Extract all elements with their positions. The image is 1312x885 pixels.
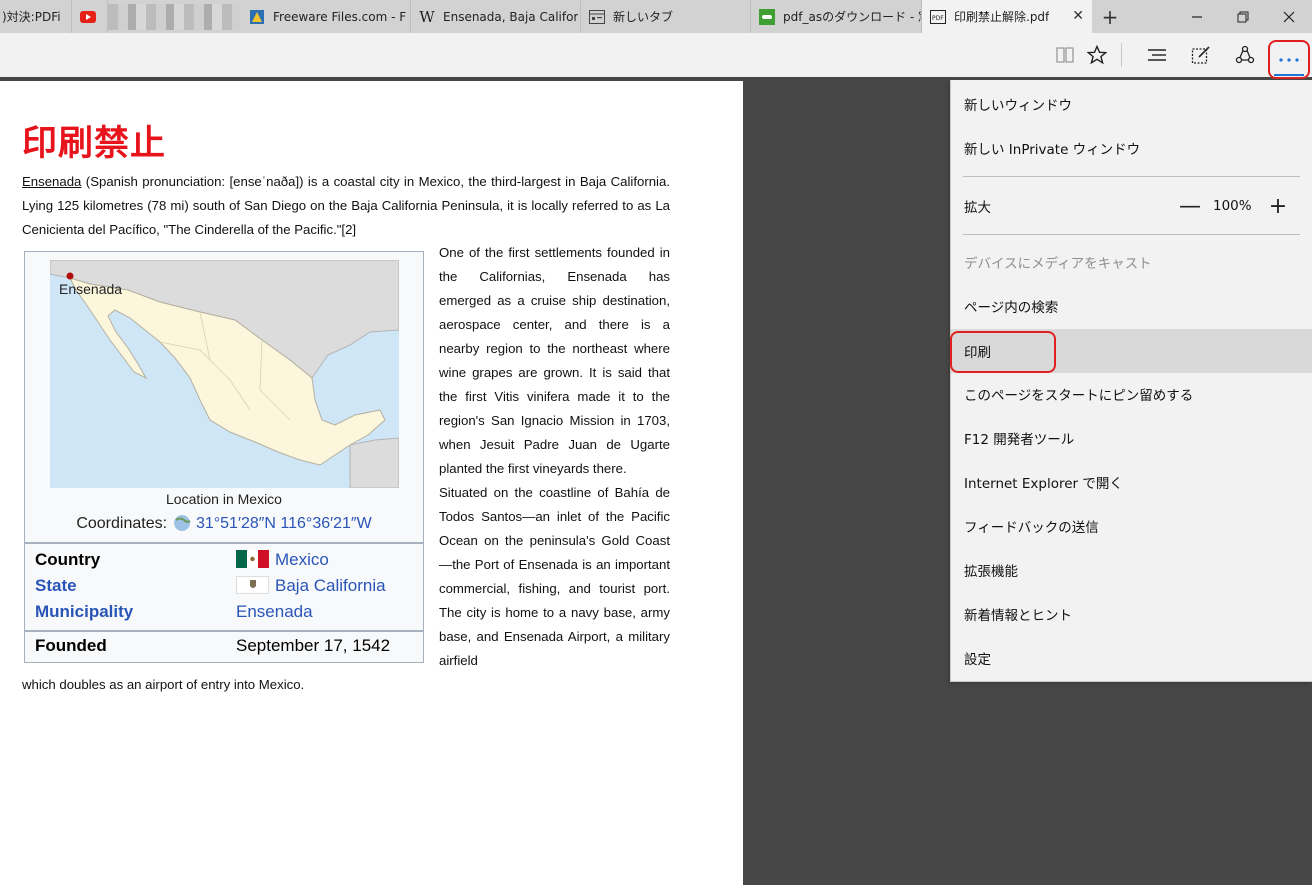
menu-divider	[963, 176, 1300, 177]
tab-youtube[interactable]	[72, 0, 108, 33]
tab-pdfi[interactable]: )対決:PDFi	[0, 0, 72, 33]
coordinates-label: Coordinates:	[76, 515, 168, 532]
youtube-icon	[80, 9, 96, 25]
minimize-button[interactable]	[1174, 0, 1220, 33]
row-value: September 17, 1542	[236, 636, 391, 655]
row-label[interactable]: State	[35, 576, 77, 596]
globe-icon	[172, 514, 192, 532]
intro-paragraph: Ensenada (Spanish pronunciation: [enseˈn…	[22, 170, 670, 242]
hub-icon[interactable]	[1140, 38, 1174, 72]
side-text-1: One of the first settlements founded in …	[439, 245, 670, 476]
menu-divider	[963, 234, 1300, 235]
side-text-2: Situated on the coastline of Bahía de To…	[439, 485, 670, 668]
menu-open-in-ie[interactable]: Internet Explorer で開く	[951, 460, 1312, 504]
new-tab-button[interactable]: +	[1094, 0, 1126, 33]
tab-wikipedia[interactable]: W Ensenada, Baja Califor	[411, 0, 581, 33]
map-marker-label: Ensenada	[59, 281, 123, 297]
coordinates-value[interactable]: 31°51′28″N 116°36′21″W	[196, 515, 372, 532]
country-link[interactable]: Mexico	[275, 550, 329, 569]
tab-strip: )対決:PDFi Freeware Files.com - F W Ensena…	[0, 0, 1312, 33]
map-caption: Location in Mexico	[166, 491, 282, 507]
menu-send-feedback[interactable]: フィードバックの送信	[951, 504, 1312, 548]
ensenada-link[interactable]: Ensenada	[22, 174, 81, 189]
row-label[interactable]: Municipality	[35, 602, 133, 622]
infobox: Ensenada Location in Mexico Coordinates:…	[24, 251, 424, 663]
wikipedia-icon: W	[419, 7, 435, 26]
tab-label: )対決:PDFi	[2, 10, 61, 24]
infobox-row-state: State Baja California	[35, 576, 415, 600]
active-indicator	[1274, 74, 1304, 76]
row-value: Baja California	[236, 576, 386, 599]
zoom-out-button[interactable]: —	[1178, 184, 1202, 228]
menu-settings[interactable]: 設定	[951, 636, 1312, 680]
share-icon[interactable]	[1228, 38, 1262, 72]
coordinates: Coordinates: 31°51′28″N 116°36′21″W	[25, 514, 423, 533]
menu-zoom-row: 拡大 — 100% +	[951, 184, 1312, 228]
more-actions-button[interactable]	[1268, 40, 1310, 79]
row-label: Country	[35, 550, 101, 569]
menu-cast-media: デバイスにメディアをキャスト	[964, 256, 1152, 272]
state-link[interactable]: Baja California	[275, 576, 386, 595]
side-paragraph: One of the first settlements founded in …	[439, 241, 670, 673]
location-map: Ensenada	[50, 260, 399, 488]
tab-pdf-as[interactable]: pdf_asのダウンロード - 窓	[751, 0, 922, 33]
restore-button[interactable]	[1220, 0, 1266, 33]
web-note-icon[interactable]	[1184, 38, 1218, 72]
tail-paragraph: which doubles as an airport of entry int…	[22, 677, 305, 692]
menu-whats-new[interactable]: 新着情報とヒント	[951, 592, 1312, 636]
print-highlight-annotation	[950, 331, 1056, 373]
tab-label: pdf_asのダウンロード - 窓	[783, 10, 921, 24]
infobox-divider	[25, 630, 423, 632]
green-site-icon	[759, 8, 775, 25]
close-window-button[interactable]	[1266, 0, 1312, 33]
state-seal-icon	[236, 576, 269, 599]
tab-label: Freeware Files.com - F	[273, 9, 407, 24]
menu-developer-tools[interactable]: F12 開発者ツール	[951, 416, 1312, 460]
toolbar-divider	[1121, 43, 1122, 67]
row-value: Mexico	[236, 550, 329, 573]
pdf-icon: PDF	[930, 9, 946, 25]
menu-new-window[interactable]: 新しいウィンドウ	[951, 82, 1312, 126]
freeware-icon	[249, 9, 265, 25]
menu-new-inprivate-window[interactable]: 新しい InPrivate ウィンドウ	[951, 126, 1312, 170]
obscured-tab[interactable]	[108, 4, 240, 30]
tab-label: 印刷禁止解除.pdf	[954, 10, 1050, 24]
infobox-row-municipality: Municipality Ensenada	[35, 602, 415, 626]
mexico-flag-icon	[236, 550, 269, 573]
pdf-title: 印刷禁止	[22, 124, 167, 164]
menu-extensions[interactable]: 拡張機能	[951, 548, 1312, 592]
menu-find-on-page[interactable]: ページ内の検索	[951, 284, 1312, 328]
zoom-in-button[interactable]: +	[1266, 184, 1290, 228]
tab-new-tab[interactable]: 新しいタブ	[581, 0, 751, 33]
new-tab-page-icon	[589, 9, 605, 25]
more-actions-menu: 新しいウィンドウ 新しい InPrivate ウィンドウ 拡大 — 100% +…	[950, 80, 1312, 682]
zoom-value: 100%	[1213, 198, 1252, 214]
intro-text: (Spanish pronunciation: [enseˈnaða]) is …	[22, 174, 670, 237]
tab-active-pdf[interactable]: PDF 印刷禁止解除.pdf ✕	[922, 0, 1092, 33]
favorite-star-icon[interactable]	[1080, 38, 1114, 72]
close-tab-icon[interactable]: ✕	[1072, 9, 1084, 23]
infobox-row-country: Country Mexico	[35, 550, 415, 574]
reading-view-icon[interactable]	[1048, 38, 1082, 72]
browser-toolbar	[0, 33, 1312, 79]
tab-freeware-files[interactable]: Freeware Files.com - F	[241, 0, 411, 33]
row-label: Founded	[35, 636, 107, 655]
infobox-row-founded: Founded September 17, 1542	[35, 636, 415, 660]
municipality-link[interactable]: Ensenada	[236, 602, 313, 622]
svg-text:PDF: PDF	[932, 15, 944, 22]
infobox-divider	[25, 542, 423, 544]
ellipsis-icon	[1279, 57, 1299, 62]
tab-label: 新しいタブ	[613, 10, 674, 24]
menu-pin-to-start[interactable]: このページをスタートにピン留めする	[951, 372, 1312, 416]
zoom-label: 拡大	[964, 200, 991, 216]
tab-label: Ensenada, Baja Califor	[443, 9, 579, 24]
